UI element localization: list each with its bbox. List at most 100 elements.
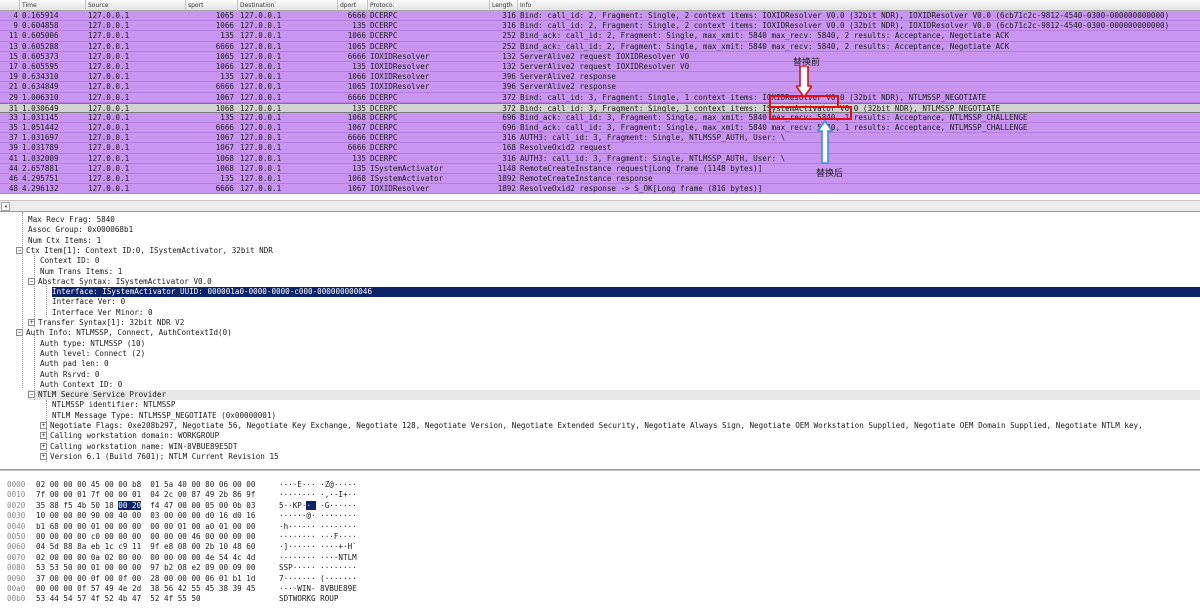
bytes-hex-text: 37 00 00 00 0f 00 0f 00 28 00 00 00 06 0…	[36, 573, 256, 583]
tree-item[interactable]: Auth Context ID: 0	[40, 380, 122, 390]
tree-item[interactable]: + Negotiate Flags: 0xe208b297, Negotiate …	[40, 421, 1143, 431]
packet-cell-dst: 127.0.0.1	[240, 21, 282, 31]
tree-item[interactable]: Auth Rsrvd: 0	[40, 370, 99, 380]
column-info[interactable]: Info	[518, 0, 1200, 11]
bytes-ascii[interactable]: 5··KP·· ·G······	[279, 500, 357, 511]
packet-cell-proto: DCERPC	[370, 11, 398, 20]
bytes-ascii-text: ····WIN- 8VBUE89E	[279, 584, 357, 593]
bytes-ascii[interactable]: 7······· (·······	[279, 574, 357, 584]
tree-item[interactable]: Interface Ver Minor: 0	[52, 308, 153, 318]
bytes-ascii[interactable]: SSP····· ········	[279, 563, 357, 573]
packet-row[interactable]: 17 0.605595 127.0.0.1 1066 127.0.0.1 135 IOXID…	[0, 61, 1200, 73]
packet-row[interactable]: 29 1.006310 127.0.0.1 1067 127.0.0.1 6666 DCER…	[0, 92, 1200, 103]
tree-item-label: Negotiate Flags: 0xe208b297, Negotiate 5…	[50, 421, 1143, 430]
packet-cell-dport: 135	[352, 153, 366, 163]
bytes-ascii[interactable]: ········ ····NTLM	[279, 553, 357, 563]
bytes-offset: 0070	[7, 552, 26, 562]
bytes-offset: 00a0	[7, 584, 26, 593]
packet-row[interactable]: 39 1.031789 127.0.0.1 1067 127.0.0.1 6666 DCER…	[0, 143, 1200, 154]
tree-item[interactable]: Interface Ver: 0	[52, 297, 125, 307]
tree-item[interactable]: Auth pad len: 0	[40, 359, 109, 369]
packet-cell-time: 1.032009	[22, 153, 59, 163]
packet-row[interactable]: 48 4.296132 127.0.0.1 6666 127.0.0.1 1067 IOXI…	[0, 184, 1200, 195]
tree-guide-line	[46, 400, 47, 462]
packet-row[interactable]: 11 0.605006 127.0.0.1 135 127.0.0.1 1066 DCERP…	[0, 31, 1200, 42]
bytes-hex[interactable]: 02 00 00 00 0a 02 00 00 00 00 00 00 4e 5…	[36, 553, 255, 563]
column-protocol[interactable]: Protoco.	[368, 0, 490, 11]
packet-row[interactable]: 9 0.604858 127.0.0.1 1066 127.0.0.1 135 DCERPC…	[0, 21, 1200, 32]
tree-item[interactable]: Context ID: 0	[40, 256, 99, 266]
bytes-ascii[interactable]: ····E··· ·Z@·····	[279, 480, 357, 490]
column-destination[interactable]: Destination	[238, 0, 338, 11]
bytes-hex[interactable]: 00 00 00 0f 57 49 4e 2d 38 56 42 55 45 3…	[36, 584, 255, 594]
tree-item[interactable]: − Auth Info: NTLMSSP, Connect, AuthContex…	[16, 328, 232, 338]
packet-cell-dst: 127.0.0.1	[240, 133, 282, 143]
tree-item[interactable]: Max Recv Frag: 5840	[28, 215, 115, 225]
bytes-ascii[interactable]: SDTWORKG ROUP	[279, 594, 338, 604]
packet-details-tree[interactable]: Max Recv Frag: 5840 Assoc Group: 0x000068…	[0, 212, 1200, 470]
bytes-ascii[interactable]: ·h······ ········	[279, 522, 357, 532]
bytes-hex[interactable]: 04 5d 88 8a eb 1c c9 11 9f e8 08 00 2b 1…	[36, 542, 255, 552]
horizontal-scrollbar[interactable]: ◂	[0, 200, 1200, 211]
bytes-hex[interactable]: 02 00 00 00 45 00 00 b8 01 5a 40 00 80 0…	[36, 480, 255, 490]
packet-row[interactable]: 13 0.605288 127.0.0.1 6666 127.0.0.1 1065 DCER…	[0, 41, 1200, 52]
packet-row[interactable]: 41 1.032009 127.0.0.1 1068 127.0.0.1 135 DCERP…	[0, 153, 1200, 164]
bytes-ascii[interactable]: ····WIN- 8VBUE89E	[279, 584, 357, 594]
bytes-hex[interactable]: 35 88 f5 4b 50 18 00 20 f4 47 00 00 05 0…	[36, 500, 255, 511]
packet-cell-len: 168	[502, 143, 516, 153]
packet-cell-src: 127.0.0.1	[88, 123, 130, 133]
packet-cell-src: 127.0.0.1	[88, 112, 130, 122]
packet-row[interactable]: 37 1.031697 127.0.0.1 1067 127.0.0.1 6666 DCER…	[0, 133, 1200, 144]
bytes-hex[interactable]: 53 44 54 57 4f 52 4b 47 52 4f 55 50	[36, 594, 201, 604]
tree-section-ntlmssp[interactable]: − NTLM Secure Service Provider	[28, 390, 1200, 401]
packet-row-selected[interactable]: 31 1.030649 127.0.0.1 1068 127.0.0.1 135 DCERP…	[0, 102, 1200, 113]
tree-item-label: Auth Rsrvd: 0	[40, 369, 100, 379]
tree-item[interactable]: − Ctx Item[1]: Context ID:0, ISystemActiv…	[16, 246, 273, 256]
tree-item[interactable]: Assoc Group: 0x000068b1	[28, 225, 133, 235]
column-sport[interactable]: sport	[186, 0, 238, 11]
tree-item[interactable]: + Transfer Syntax[1]: 32bit NDR V2	[28, 318, 184, 328]
packet-row[interactable]: 44 2.657881 127.0.0.1 1068 127.0.0.1 135 ISyst…	[0, 163, 1200, 174]
packet-row[interactable]: 33 1.031145 127.0.0.1 135 127.0.0.1 1068 DCERP…	[0, 112, 1200, 124]
bytes-hex[interactable]: b1 68 00 00 01 00 00 00 00 00 01 00 a0 0…	[36, 522, 255, 532]
tree-item[interactable]: Num Ctx Items: 1	[28, 236, 101, 246]
column-time[interactable]: Time	[20, 0, 86, 11]
tree-item[interactable]: + Calling workstation domain: WORKGROUP	[40, 431, 219, 441]
packet-row[interactable]: 4 0.165914 127.0.0.1 1065 127.0.0.1 6666 DCERP…	[0, 11, 1200, 22]
tree-item[interactable]: Num Trans Items: 1	[40, 267, 122, 277]
packet-row[interactable]: 15 0.605373 127.0.0.1 1065 127.0.0.1 6666 IOXI…	[0, 51, 1200, 62]
packet-bytes-pane[interactable]: 0000 02 00 00 00 45 00 00 b8 01 5a 40 00 …	[0, 470, 1200, 613]
packet-row[interactable]: 21 0.634849 127.0.0.1 6666 127.0.0.1 1065 IOXI…	[0, 82, 1200, 93]
bytes-hex[interactable]: 10 00 00 00 90 00 40 00 03 00 00 00 d0 1…	[36, 511, 255, 521]
tree-item-selected[interactable]: Interface: ISystemActivator UUID: 000001…	[52, 287, 1200, 298]
tree-item[interactable]: + Calling workstation name: WIN-8VBUE89E5…	[40, 442, 237, 452]
packet-cell-info: RemoteCreateInstance request[Long frame …	[520, 163, 763, 173]
column-source[interactable]: Source	[86, 0, 186, 11]
tree-item[interactable]: NTLMSSP identifier: NTLMSSP	[52, 400, 175, 410]
bytes-ascii[interactable]: ······@· ········	[279, 511, 357, 521]
packet-cell-proto: DCERPC	[370, 133, 398, 143]
tree-item[interactable]: + Version 6.1 (Build 7601); NTLM Current …	[40, 452, 279, 462]
bytes-ascii[interactable]: ·]······ ····+·H`	[279, 542, 357, 552]
packet-cell-src: 127.0.0.1	[88, 133, 130, 143]
packet-cell-info: ServerAlive2 request IOXIDResolver V0	[520, 61, 690, 71]
bytes-hex[interactable]: 37 00 00 00 0f 00 0f 00 28 00 00 00 06 0…	[36, 574, 255, 584]
packet-row[interactable]: 35 1.051442 127.0.0.1 6666 127.0.0.1 1067 DCER…	[0, 123, 1200, 134]
column-dport[interactable]: dport	[338, 0, 368, 11]
bytes-ascii[interactable]: ········ ···F····	[279, 532, 357, 542]
column-no[interactable]	[0, 0, 20, 11]
tree-item[interactable]: Auth level: Connect (2)	[40, 349, 145, 359]
packet-row[interactable]: 46 4.295751 127.0.0.1 135 127.0.0.1 1068 ISyst…	[0, 174, 1200, 185]
bytes-ascii[interactable]: ········ ·,··I+··	[279, 490, 357, 500]
scroll-left-icon[interactable]: ◂	[1, 202, 10, 211]
bytes-hex[interactable]: 7f 00 00 01 7f 00 00 01 04 2c 00 87 49 2…	[36, 490, 255, 500]
packet-row[interactable]: 19 0.634310 127.0.0.1 135 127.0.0.1 1066 IOXID…	[0, 72, 1200, 83]
tree-item[interactable]: Auth type: NTLMSSP (10)	[40, 339, 145, 349]
bytes-hex[interactable]: 53 53 50 00 01 00 00 00 97 b2 08 e2 09 0…	[36, 563, 255, 573]
packet-list[interactable]: Time Source sport Destination dport Prot…	[0, 0, 1200, 212]
bytes-hex[interactable]: 00 00 00 00 c0 00 00 00 00 00 00 46 00 0…	[36, 532, 255, 542]
tree-item[interactable]: − Abstract Syntax: ISystemActivator V0.0	[28, 277, 212, 287]
column-length[interactable]: Length	[490, 0, 518, 11]
tree-item[interactable]: NTLM Message Type: NTLMSSP_NEGOTIATE (0x…	[52, 411, 276, 421]
packet-cell-dport: 1066	[347, 72, 366, 82]
